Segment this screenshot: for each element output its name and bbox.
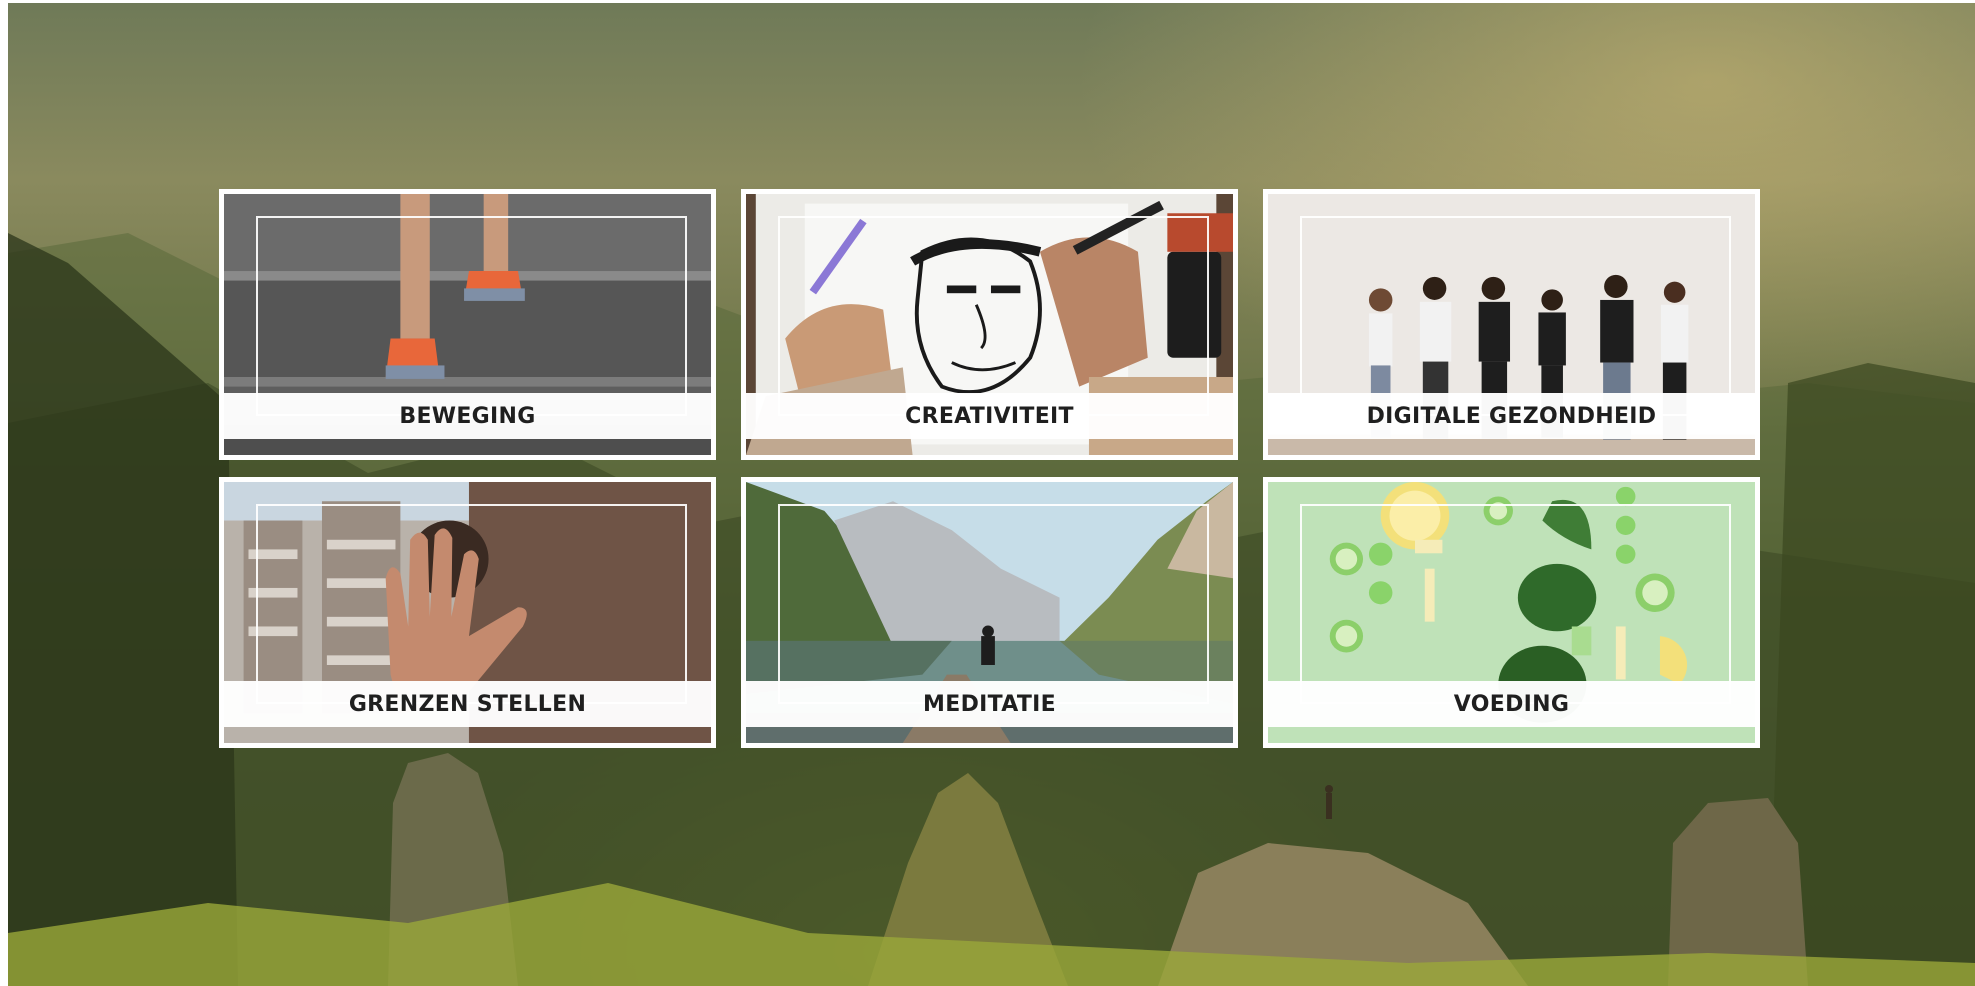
tile-label: DIGITALE GEZONDHEID [1366, 403, 1657, 429]
tile-grenzen-stellen[interactable]: GRENZEN STELLEN [219, 477, 716, 748]
tile-digitale-gezondheid[interactable]: DIGITALE GEZONDHEID [1263, 189, 1760, 460]
tile-label-bar: MEDITATIE [746, 681, 1233, 727]
tile-label: MEDITATIE [923, 691, 1056, 717]
tile-frame [778, 216, 1209, 416]
tile-meditatie[interactable]: MEDITATIE [741, 477, 1238, 748]
tile-label-bar: VOEDING [1268, 681, 1755, 727]
tile-frame [1300, 216, 1731, 416]
tile-label: BEWEGING [399, 403, 536, 429]
tile-label-bar: GRENZEN STELLEN [224, 681, 711, 727]
tile-label: VOEDING [1453, 691, 1570, 717]
tile-creativiteit[interactable]: CREATIVITEIT [741, 189, 1238, 460]
tile-frame [256, 216, 687, 416]
tile-frame [1300, 504, 1731, 704]
tile-label: GRENZEN STELLEN [348, 691, 587, 717]
tile-voeding[interactable]: VOEDING [1263, 477, 1760, 748]
tile-beweging[interactable]: BEWEGING [219, 189, 716, 460]
tile-label: CREATIVITEIT [905, 403, 1074, 429]
tile-frame [778, 504, 1209, 704]
tile-frame [256, 504, 687, 704]
tile-label-bar: CREATIVITEIT [746, 393, 1233, 439]
tile-label-bar: BEWEGING [224, 393, 711, 439]
tile-label-bar: DIGITALE GEZONDHEID [1268, 393, 1755, 439]
